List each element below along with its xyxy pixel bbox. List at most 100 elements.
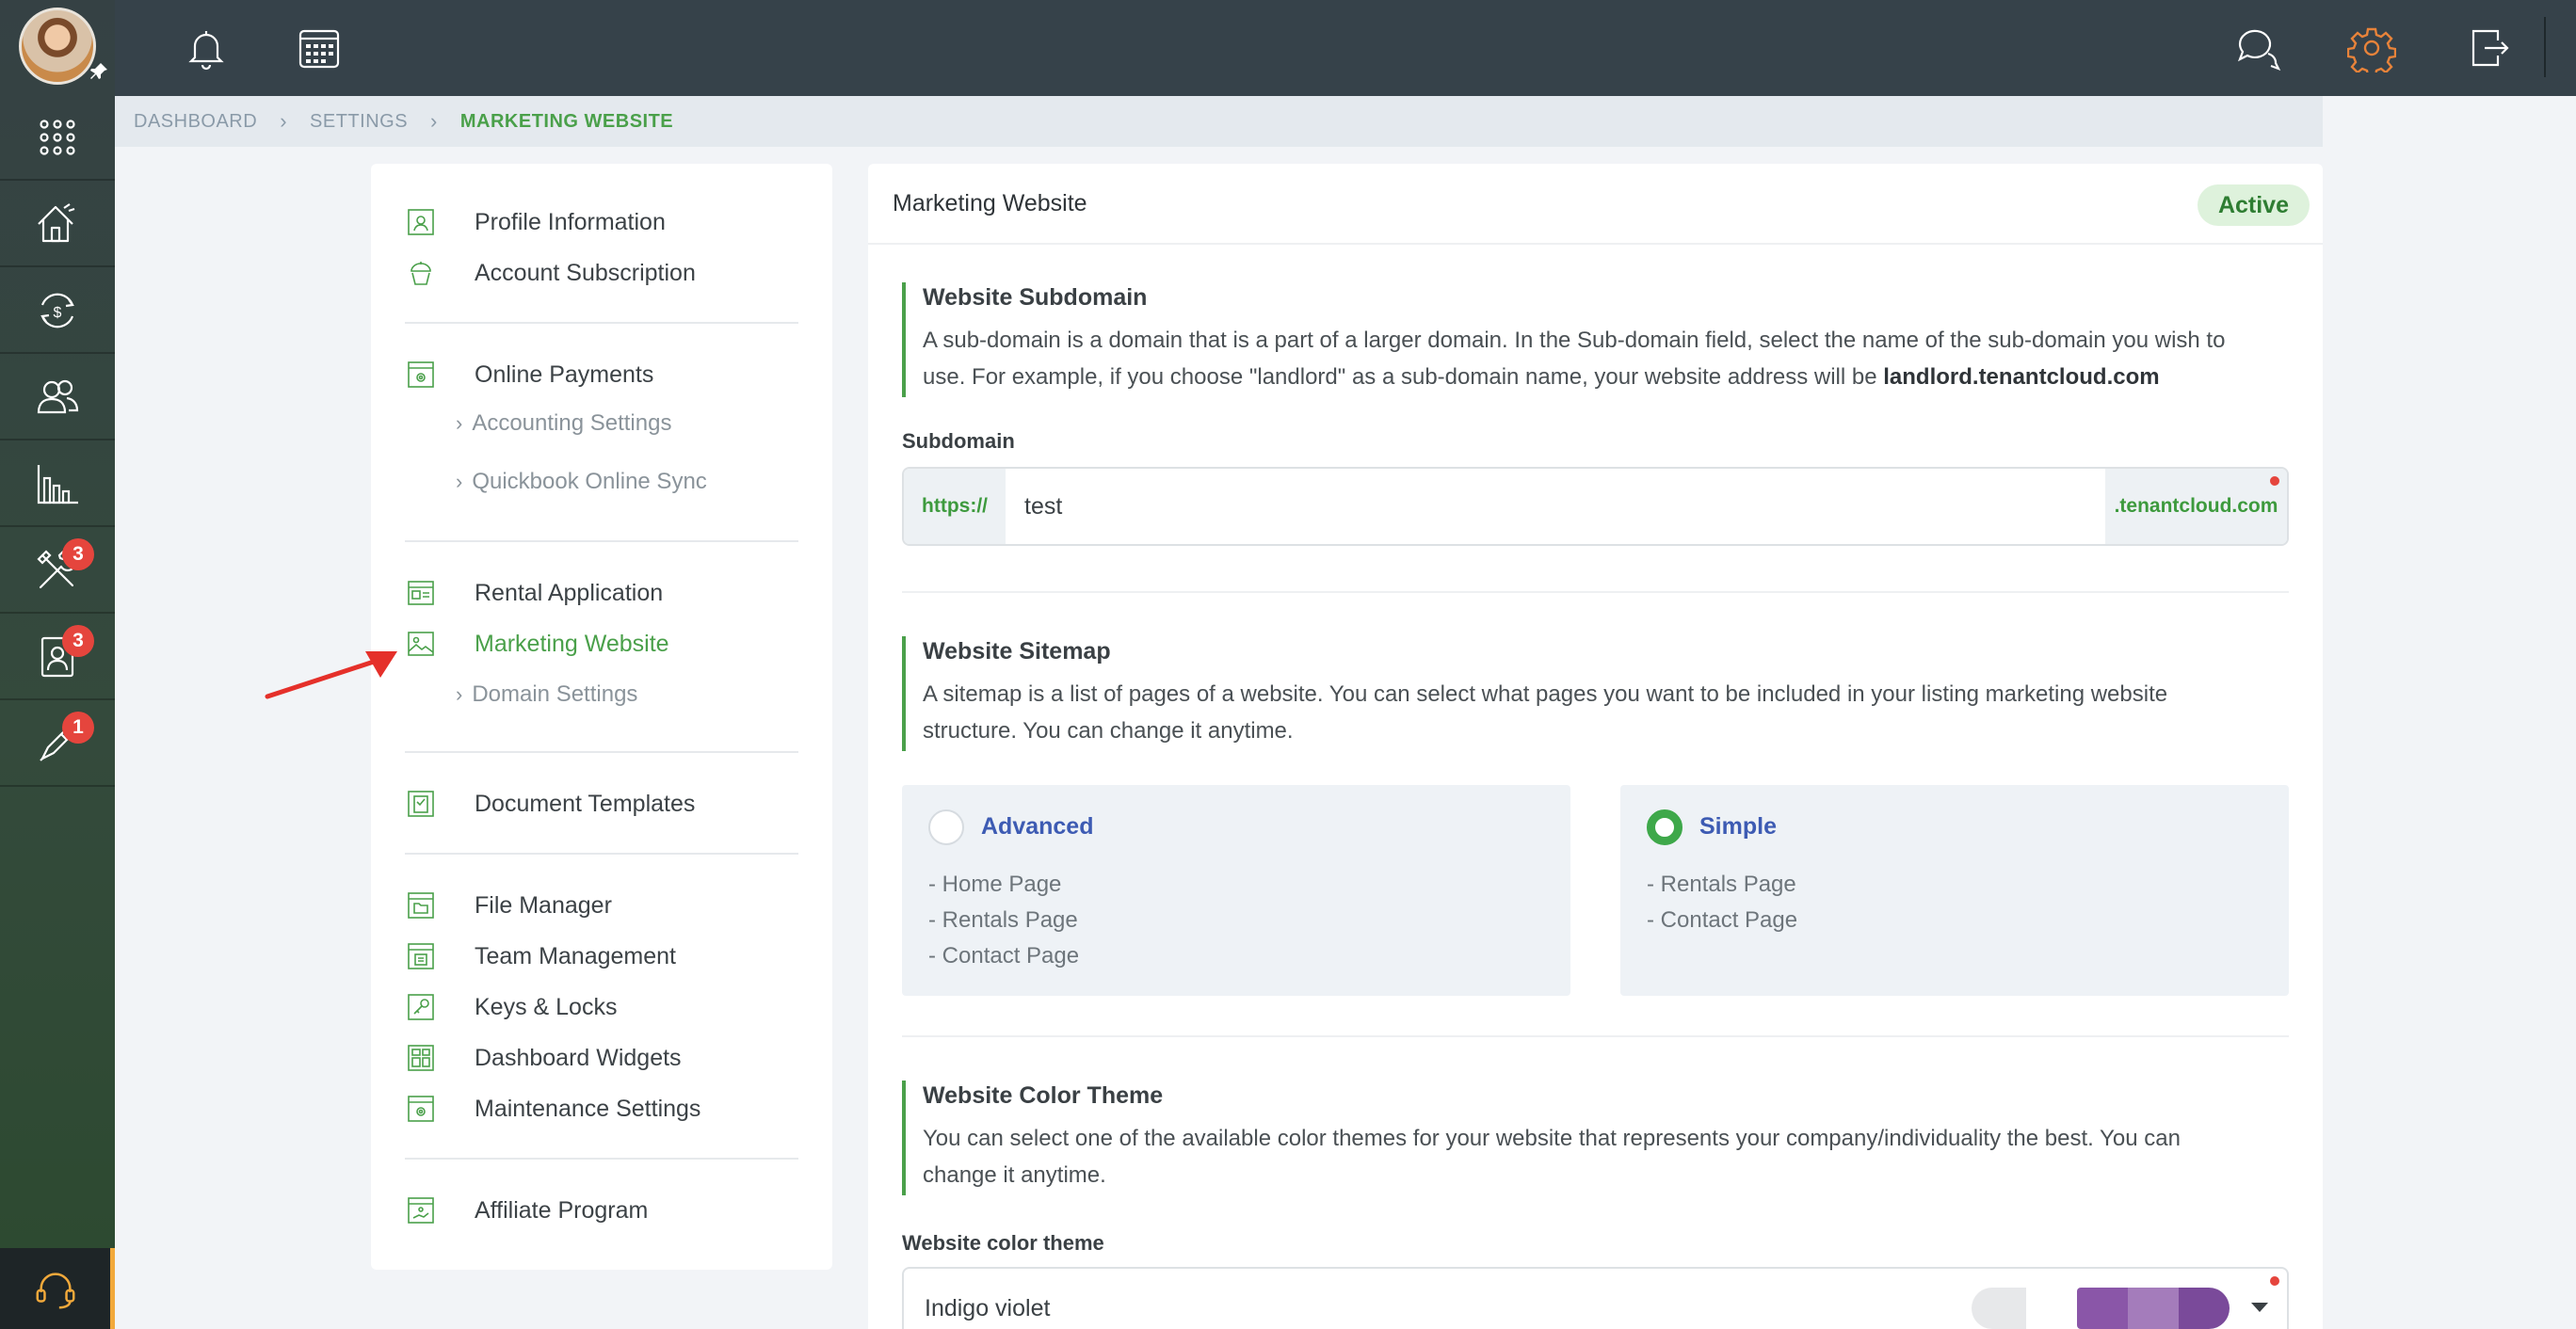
support-button[interactable] (0, 1248, 115, 1329)
subdomain-section-title: Website Subdomain (923, 284, 1148, 311)
chevron-right-icon: › (430, 109, 438, 133)
rail-tenant-requests[interactable]: 3 (0, 616, 115, 700)
breadcrumb-dashboard[interactable]: DASHBOARD (134, 111, 257, 133)
settings-nav: Profile Information Account Subscription… (371, 164, 832, 1270)
section-divider (902, 1035, 2289, 1037)
notification-badge: 3 (62, 625, 94, 657)
rail-maintenance[interactable]: 3 (0, 529, 115, 614)
color-theme-select[interactable]: Indigo violet (902, 1267, 2289, 1329)
nav-team-management[interactable]: Team Management (405, 937, 676, 975)
breadcrumb-settings[interactable]: SETTINGS (310, 111, 408, 133)
apps-grid-icon (40, 120, 75, 155)
nav-online-payments[interactable]: Online Payments (405, 356, 653, 393)
section-accent-bar (902, 282, 906, 397)
pin-icon[interactable] (87, 60, 111, 85)
status-badge: Active (2197, 184, 2310, 226)
image-icon (405, 628, 437, 660)
notifications-button[interactable] (177, 19, 235, 77)
option-label: Simple (1699, 813, 1777, 840)
section-accent-bar (902, 1081, 906, 1195)
breadcrumb: DASHBOARD › SETTINGS › MARKETING WEBSITE (115, 96, 2323, 147)
theme-swatch (2179, 1288, 2230, 1329)
subdomain-input[interactable] (1006, 469, 2113, 544)
payment-settings-icon (405, 359, 437, 391)
nav-quickbook-online-sync[interactable]: › Quickbook Online Sync (456, 465, 707, 499)
bell-icon (188, 31, 224, 71)
subdomain-prefix: https:// (904, 469, 1006, 544)
sitemap-option-advanced[interactable]: Advanced - Home Page - Rentals Page - Co… (902, 785, 1570, 996)
subdomain-suffix: .tenantcloud.com (2105, 469, 2287, 544)
rail-apps[interactable] (0, 96, 115, 181)
rail-contacts[interactable] (0, 356, 115, 440)
chevron-right-icon: › (280, 109, 288, 133)
topbar-divider (2544, 17, 2546, 77)
color-theme-label: Website color theme (902, 1231, 1104, 1255)
section-accent-bar (902, 636, 906, 751)
theme-swatch (2077, 1288, 2128, 1329)
headset-icon (36, 1273, 74, 1309)
logout-icon (2471, 29, 2509, 67)
top-bar (115, 0, 2576, 96)
nav-document-templates[interactable]: Document Templates (405, 785, 695, 823)
nav-account-subscription[interactable]: Account Subscription (405, 254, 696, 292)
rail-properties[interactable] (0, 183, 115, 267)
page-list-item: - Contact Page (928, 943, 1080, 969)
calendar-icon (298, 29, 340, 69)
house-icon (38, 203, 75, 243)
page-list-item: - Contact Page (1647, 907, 1798, 933)
radio-simple[interactable] (1647, 809, 1682, 845)
nav-file-manager[interactable]: File Manager (405, 887, 612, 924)
team-icon (405, 940, 437, 972)
page-list-item: - Rentals Page (1647, 872, 1796, 897)
widgets-icon (405, 1042, 437, 1074)
section-divider (902, 591, 2289, 593)
nav-divider (405, 853, 798, 855)
affiliate-icon (405, 1194, 437, 1226)
avatar[interactable] (19, 8, 96, 85)
settings-button[interactable] (2343, 19, 2401, 77)
nav-divider (405, 540, 798, 542)
panel-header: Marketing Website Active (868, 164, 2323, 245)
users-icon (37, 379, 79, 414)
money-cycle-icon: $ (40, 293, 74, 328)
nav-keys-and-locks[interactable]: Keys & Locks (405, 988, 617, 1026)
color-theme-section-title: Website Color Theme (923, 1082, 1164, 1109)
nav-rental-application[interactable]: Rental Application (405, 574, 663, 612)
document-icon (405, 788, 437, 820)
required-indicator (2270, 476, 2279, 486)
nav-divider (405, 1158, 798, 1160)
application-icon (405, 577, 437, 609)
notification-badge: 3 (62, 538, 94, 570)
theme-swatch-base (1972, 1288, 2026, 1329)
chat-icon (2237, 29, 2281, 72)
rail-reports[interactable] (0, 442, 115, 527)
annotation-arrow (265, 651, 397, 699)
messages-button[interactable] (2230, 19, 2288, 77)
rail-pro-tools[interactable]: 1 (0, 702, 115, 787)
sitemap-option-simple[interactable]: Simple - Rentals Page - Contact Page (1620, 785, 2289, 996)
rail-accounting[interactable]: $ (0, 269, 115, 354)
nav-maintenance-settings[interactable]: Maintenance Settings (405, 1090, 700, 1128)
chevron-right-icon: › (456, 682, 463, 706)
nav-dashboard-widgets[interactable]: Dashboard Widgets (405, 1039, 682, 1077)
subdomain-field: https:// .tenantcloud.com (902, 467, 2289, 546)
nav-marketing-website[interactable]: Marketing Website (405, 625, 669, 663)
left-rail: $ 3 3 1 (0, 0, 115, 1329)
gear-icon (405, 1093, 437, 1125)
nav-accounting-settings[interactable]: › Accounting Settings (456, 407, 671, 440)
subdomain-label: Subdomain (902, 429, 1015, 453)
nav-affiliate-program[interactable]: Affiliate Program (405, 1192, 648, 1229)
nav-divider (405, 751, 798, 753)
page-list-item: - Home Page (928, 872, 1062, 897)
calendar-button[interactable] (290, 19, 348, 77)
nav-profile-information[interactable]: Profile Information (405, 203, 666, 241)
nav-domain-settings[interactable]: › Domain Settings (456, 678, 637, 712)
bar-chart-icon (37, 465, 78, 504)
chevron-right-icon: › (456, 411, 463, 435)
cupcake-icon (405, 257, 437, 289)
folder-icon (405, 889, 437, 921)
radio-advanced[interactable] (928, 809, 964, 845)
selected-theme: Indigo violet (925, 1295, 1051, 1321)
sitemap-section-title: Website Sitemap (923, 638, 1111, 664)
logout-button[interactable] (2459, 19, 2518, 77)
